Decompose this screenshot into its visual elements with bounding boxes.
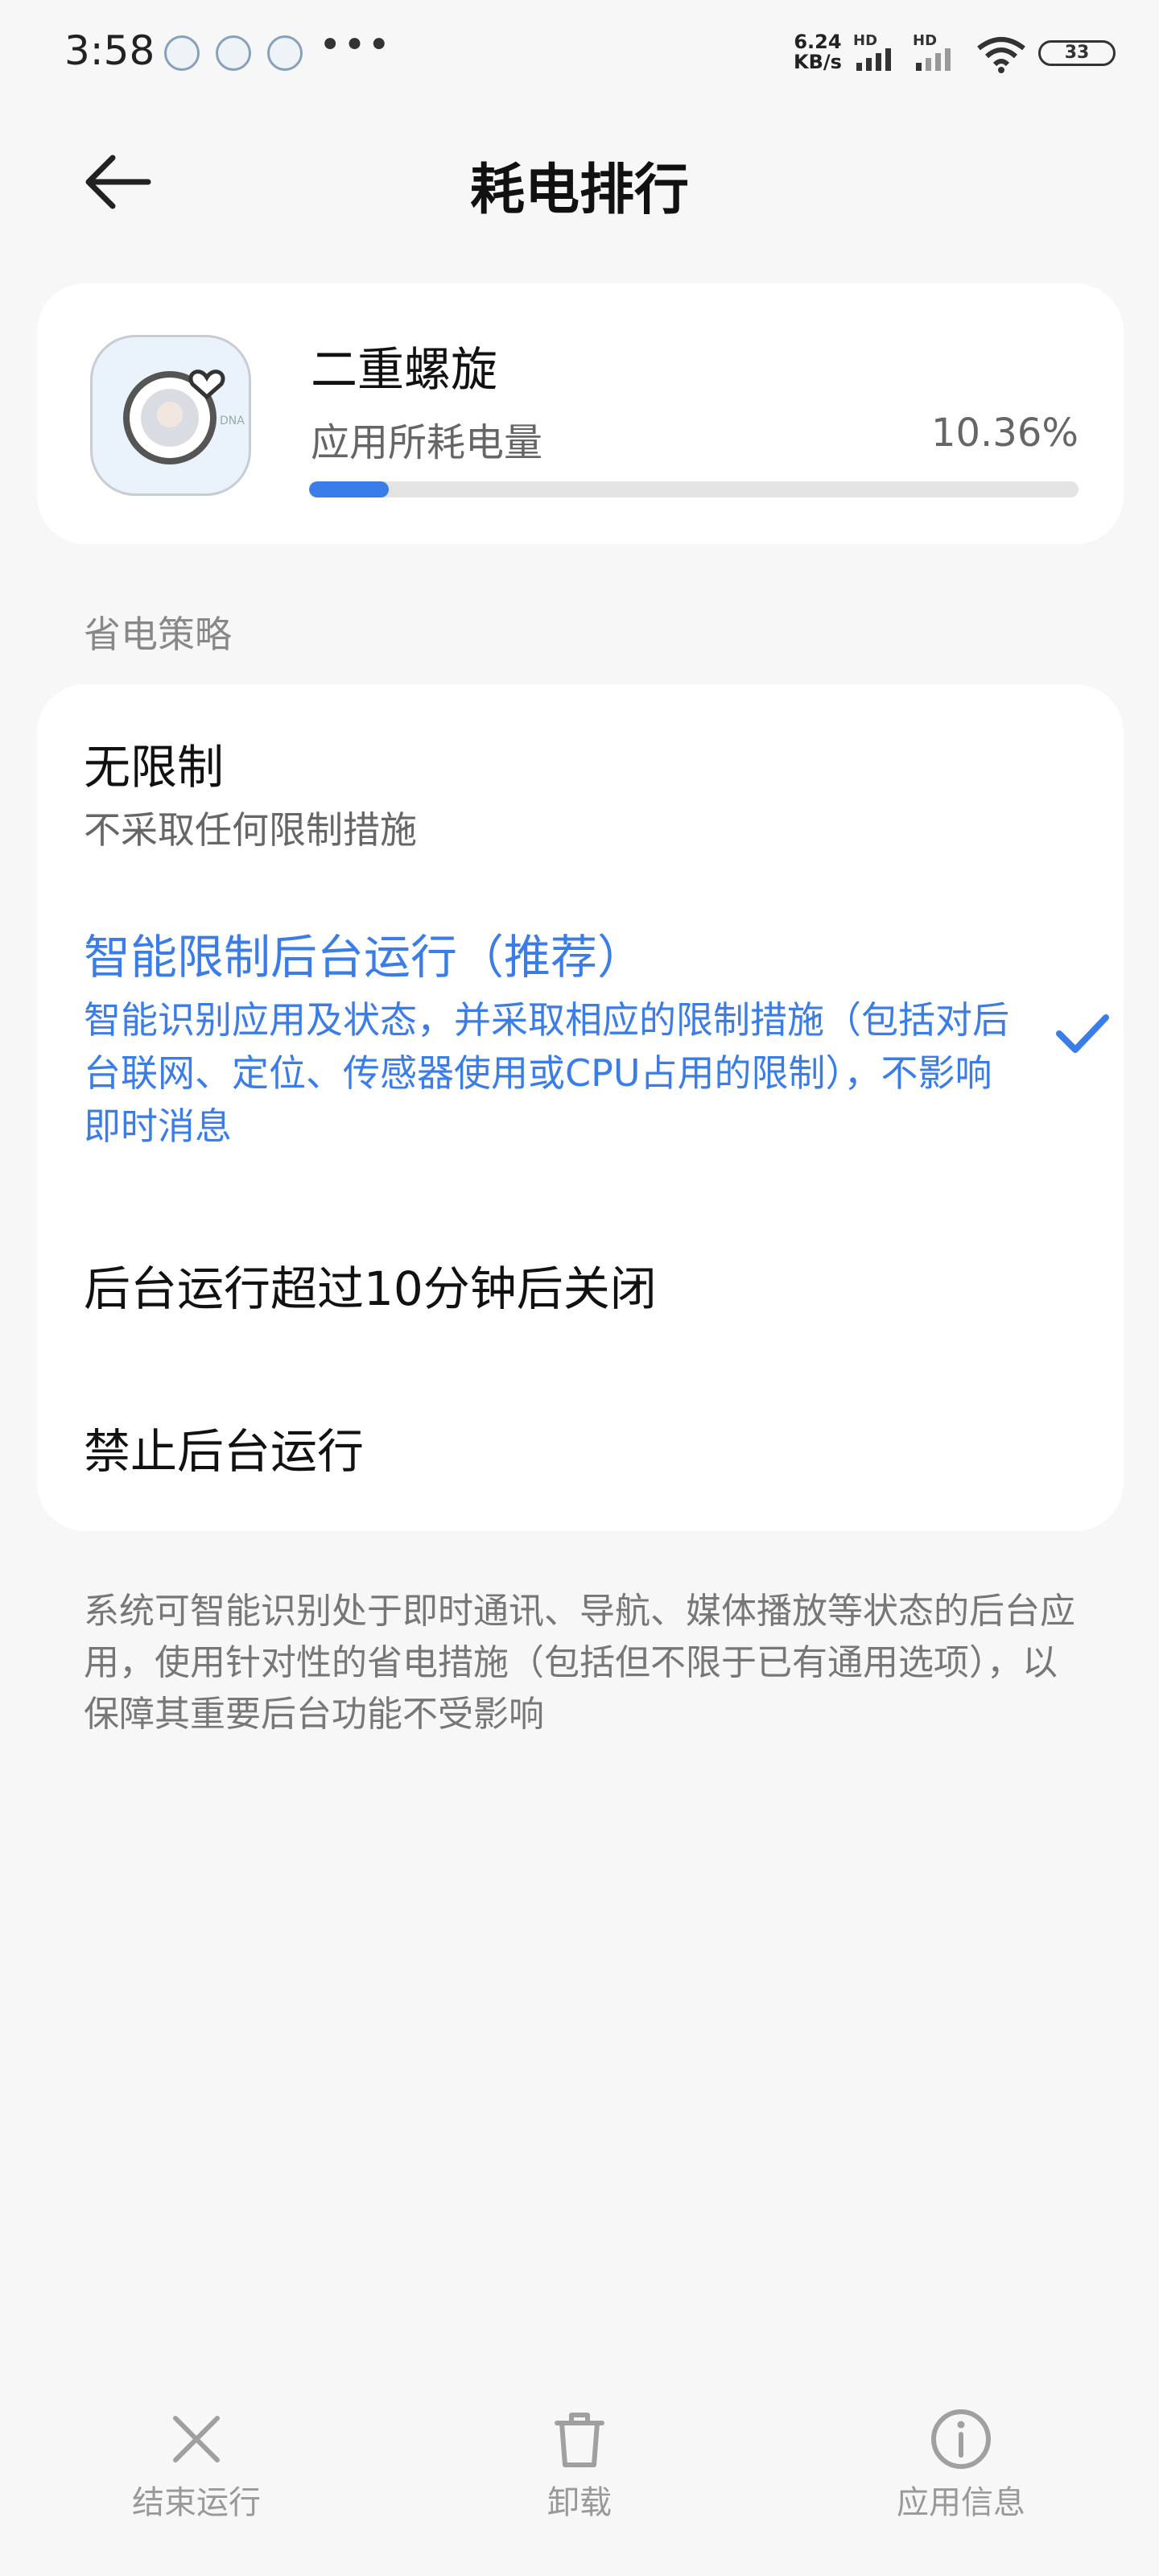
close-icon	[173, 2416, 220, 2462]
option-title: 禁止后台运行	[84, 1424, 365, 1479]
option-desc: 不采取任何限制措施	[84, 808, 417, 852]
option-title: 智能限制后台运行（推荐）	[84, 930, 645, 985]
page-title: 耗电排行	[469, 159, 689, 222]
signal-icon	[916, 48, 951, 71]
usage-bar-fill	[309, 481, 390, 497]
stop-button[interactable]: 结束运行	[92, 2407, 301, 2523]
bottom-action-bar: 结束运行 卸载 应用信息	[0, 2383, 1159, 2576]
svg-text:DNA: DNA	[220, 415, 245, 427]
wifi-icon	[977, 37, 1025, 73]
notification-icon	[216, 35, 251, 71]
app-info-button[interactable]: 应用信息	[856, 2407, 1066, 2523]
power-saving-options: 无限制 不采取任何限制措施 智能限制后台运行（推荐） 智能识别应用及状态，并采取…	[37, 684, 1124, 1531]
stop-label: 结束运行	[132, 2484, 261, 2521]
usage-label: 应用所耗电量	[311, 420, 543, 465]
app-info-label: 应用信息	[897, 2484, 1025, 2521]
status-time: 3:58	[64, 27, 155, 74]
uninstall-label: 卸载	[547, 2484, 612, 2521]
info-icon	[931, 2409, 991, 2469]
usage-bar	[309, 481, 1079, 497]
more-notifications-icon: •••	[319, 23, 392, 68]
network-speed: 6.24 KB/s	[794, 31, 842, 73]
checkmark-icon	[1056, 1014, 1109, 1053]
app-icon[interactable]: DNA	[90, 335, 251, 496]
usage-percent: 10.36%	[930, 411, 1079, 456]
notification-icon	[267, 35, 303, 71]
section-label: 省电策略	[84, 613, 232, 656]
signal-icon	[856, 48, 891, 71]
top-bar: 耗电排行	[0, 121, 1159, 242]
uninstall-button[interactable]: 卸载	[475, 2407, 684, 2523]
option-forbid-background[interactable]: 禁止后台运行	[84, 1414, 1082, 1481]
app-usage-card: DNA 二重螺旋 应用所耗电量 10.36%	[37, 283, 1124, 544]
option-close-after-10min[interactable]: 后台运行超过10分钟后关闭	[84, 1251, 1082, 1319]
option-no-limit[interactable]: 无限制 不采取任何限制措施	[84, 729, 1082, 857]
notification-icon	[164, 35, 200, 71]
trash-icon	[555, 2413, 604, 2467]
option-desc: 智能识别应用及状态，并采取相应的限制措施（包括对后台联网、定位、传感器使用或CP…	[84, 998, 1009, 1148]
option-smart-limit[interactable]: 智能限制后台运行（推荐） 智能识别应用及状态，并采取相应的限制措施（包括对后台联…	[84, 919, 1009, 1153]
option-title: 无限制	[84, 740, 225, 795]
option-title: 后台运行超过10分钟后关闭	[84, 1261, 657, 1316]
battery-icon: 33	[1038, 40, 1116, 66]
status-bar: 3:58 ••• 6.24 KB/s HD HD 33	[0, 0, 1159, 105]
app-name: 二重螺旋	[311, 342, 498, 397]
footnote-text: 系统可智能识别处于即时通讯、导航、媒体播放等状态的后台应用，使用针对性的省电措施…	[84, 1591, 1075, 1735]
